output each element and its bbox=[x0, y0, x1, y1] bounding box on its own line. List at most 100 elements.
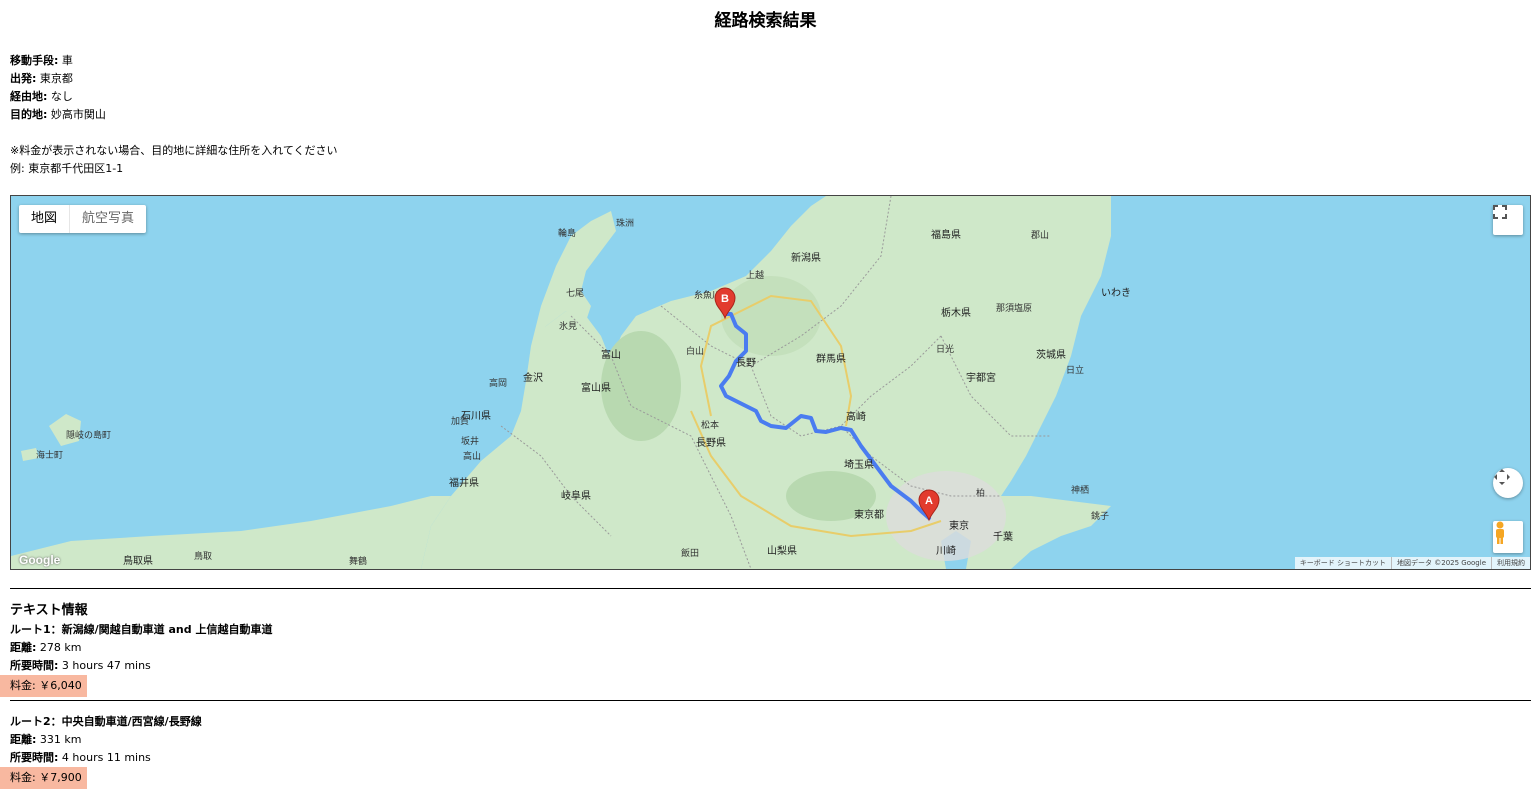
search-info: 移動手段: 車 出発: 東京都 経由地: なし 目的地: 妙高市関山 bbox=[10, 52, 106, 124]
label-takaoka: 高岡 bbox=[489, 377, 507, 389]
label-ibaraki-pref: 茨城県 bbox=[1036, 348, 1066, 361]
label-tochigi-pref: 栃木県 bbox=[941, 306, 971, 319]
camera-control-button[interactable] bbox=[1493, 468, 1523, 498]
route-1-price: ￥6,040 bbox=[39, 679, 82, 692]
destination-label: 目的地: bbox=[10, 108, 48, 121]
label-sakai: 坂井 bbox=[461, 435, 479, 447]
map-type-satellite-tab[interactable]: 航空写真 bbox=[69, 205, 146, 233]
route-map[interactable]: 新潟県 福島県 群馬県 栃木県 茨城県 富山県 石川県 長野県 埼玉県 福井県 … bbox=[10, 195, 1531, 570]
mode-value: 車 bbox=[61, 54, 73, 67]
map-canvas[interactable]: 新潟県 福島県 群馬県 栃木県 茨城県 富山県 石川県 長野県 埼玉県 福井県 … bbox=[11, 196, 1530, 569]
label-iida: 飯田 bbox=[681, 547, 699, 559]
pegman-icon bbox=[1496, 521, 1504, 544]
google-logo[interactable]: Google bbox=[19, 553, 60, 567]
page-title: 経路検索結果 bbox=[714, 11, 817, 31]
label-nanao: 七尾 bbox=[566, 288, 584, 299]
label-shirakawa-village: 白山 bbox=[686, 345, 704, 357]
label-yamanashi-pref: 山梨県 bbox=[767, 544, 797, 557]
price-label: 料金: bbox=[10, 679, 36, 692]
highland-area bbox=[721, 276, 821, 356]
origin-label: 出発: bbox=[10, 72, 37, 85]
via-value: なし bbox=[50, 90, 73, 103]
label-wajima: 輪島 bbox=[558, 227, 576, 239]
mode-label: 移動手段: bbox=[10, 54, 59, 67]
label-oki: 隠岐の島町 bbox=[66, 429, 111, 441]
origin-row: 出発: 東京都 bbox=[10, 70, 106, 88]
label-toyama: 富山 bbox=[601, 348, 621, 361]
route-1-distance: 278 km bbox=[39, 641, 82, 654]
label-fukui-pref: 福井県 bbox=[449, 476, 479, 489]
label-mito: 日立 bbox=[1066, 364, 1084, 376]
note: ※料金が表示されない場合、目的地に詳細な住所を入れてください 例: 東京都千代田… bbox=[10, 142, 338, 178]
label-nikko: 日光 bbox=[936, 343, 954, 355]
label-kamisu: 神栖 bbox=[1071, 484, 1089, 496]
label-ama: 海士町 bbox=[36, 449, 63, 461]
text-info-title: テキスト情報 bbox=[10, 603, 88, 618]
destination-value: 妙高市関山 bbox=[50, 108, 106, 121]
marker-b-label: B bbox=[721, 293, 729, 305]
time-label: 所要時間: bbox=[10, 659, 59, 672]
label-matsumoto: 松本 bbox=[701, 419, 719, 431]
map-type-control: 地図 航空写真 bbox=[19, 205, 147, 233]
map-type-map-tab[interactable]: 地図 bbox=[19, 205, 69, 233]
label-tokyo: 東京 bbox=[949, 519, 969, 532]
terms-link[interactable]: 利用規約 bbox=[1491, 557, 1530, 569]
move-arrows-icon bbox=[1494, 469, 1510, 485]
route-2-price-row: 料金: ￥7,900 bbox=[0, 767, 87, 789]
divider-middle bbox=[10, 700, 1531, 701]
origin-value: 東京都 bbox=[39, 72, 73, 85]
route-1-distance-row: 距離: 278 km bbox=[10, 639, 272, 657]
price-label: 料金: bbox=[10, 771, 36, 784]
label-kashiwa: 柏 bbox=[976, 487, 985, 499]
label-kawasaki: 川崎 bbox=[936, 544, 956, 557]
street-view-button[interactable] bbox=[1493, 521, 1523, 553]
label-gifu-pref: 岐阜県 bbox=[561, 489, 591, 502]
note-line-2: 例: 東京都千代田区1-1 bbox=[10, 162, 124, 175]
label-tokyo-pref: 東京都 bbox=[854, 508, 884, 521]
keyboard-shortcuts-link[interactable]: キーボード ショートカット bbox=[1295, 557, 1391, 569]
label-suzu: 珠洲 bbox=[616, 217, 634, 229]
label-chiba: 千葉 bbox=[993, 530, 1013, 543]
route-2-time: 4 hours 11 mins bbox=[61, 751, 151, 764]
label-koriyama: 郡山 bbox=[1031, 230, 1049, 241]
label-takasaki: 高崎 bbox=[846, 410, 866, 423]
label-kanazawa: 金沢 bbox=[523, 371, 543, 384]
label-saitama-pref: 埼玉県 bbox=[844, 458, 874, 471]
label-iwaki: いわき bbox=[1101, 287, 1131, 299]
text-info-section: テキスト情報 ルート1：新潟線/関越自動車道 and 上信越自動車道 距離: 2… bbox=[0, 601, 273, 697]
via-row: 経由地: なし bbox=[10, 88, 106, 106]
mode-row: 移動手段: 車 bbox=[10, 52, 106, 70]
label-fukushima-pref: 福島県 bbox=[931, 228, 961, 241]
map-data-credit: 地図データ ©2025 Google bbox=[1391, 557, 1491, 569]
route-2-price: ￥7,900 bbox=[39, 771, 82, 784]
route-1-time: 3 hours 47 mins bbox=[61, 659, 151, 672]
route-2-distance: 331 km bbox=[39, 733, 82, 746]
label-toyama-pref: 富山県 bbox=[581, 381, 611, 394]
map-attribution: キーボード ショートカット 地図データ ©2025 Google 利用規約 bbox=[1294, 557, 1530, 569]
label-maizuru: 舞鶴 bbox=[349, 555, 367, 567]
destination-row: 目的地: 妙高市関山 bbox=[10, 106, 106, 124]
route-2-time-row: 所要時間: 4 hours 11 mins bbox=[10, 749, 202, 767]
fullscreen-icon bbox=[1493, 205, 1507, 219]
route-1-name: ルート1：新潟線/関越自動車道 and 上信越自動車道 bbox=[10, 623, 273, 636]
label-niigata-pref: 新潟県 bbox=[791, 251, 821, 264]
route-1-price-row: 料金: ￥6,040 bbox=[0, 675, 87, 697]
route-2-name: ルート2：中央自動車道/西宮線/長野線 bbox=[10, 715, 202, 728]
label-utsunomiya: 宇都宮 bbox=[966, 371, 996, 384]
route-2-distance-row: 距離: 331 km bbox=[10, 731, 202, 749]
via-label: 経由地: bbox=[10, 90, 48, 103]
distance-label: 距離: bbox=[10, 641, 37, 654]
label-tottori-pref: 鳥取県 bbox=[123, 554, 153, 567]
fullscreen-button[interactable] bbox=[1493, 205, 1523, 235]
marker-a-label: A bbox=[925, 495, 933, 507]
divider-top bbox=[10, 588, 1531, 589]
route-1-time-row: 所要時間: 3 hours 47 mins bbox=[10, 657, 272, 675]
label-nagano: 長野 bbox=[736, 357, 756, 369]
label-kaga: 加賀 bbox=[451, 415, 469, 427]
distance-label: 距離: bbox=[10, 733, 37, 746]
route-2-section: ルート2：中央自動車道/西宮線/長野線 距離: 331 km 所要時間: 4 h… bbox=[0, 713, 202, 789]
label-himi: 氷見 bbox=[559, 320, 577, 332]
time-label: 所要時間: bbox=[10, 751, 59, 764]
label-takayama: 高山 bbox=[463, 450, 481, 462]
label-choshi: 銚子 bbox=[1091, 510, 1109, 522]
